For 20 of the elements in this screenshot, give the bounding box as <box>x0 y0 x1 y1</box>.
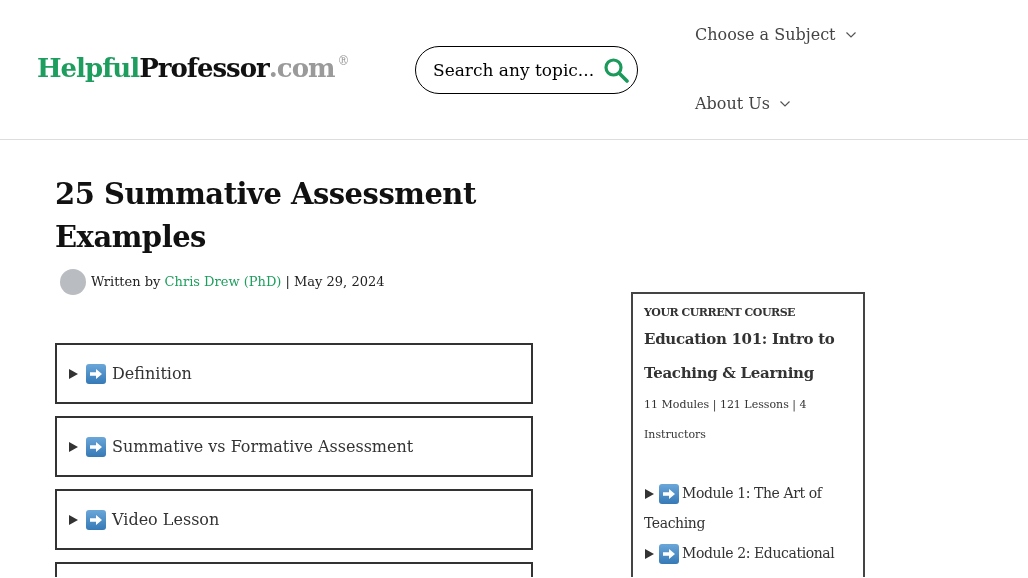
course-label: YOUR CURRENT COURSE <box>644 305 796 321</box>
site-logo[interactable]: HelpfulProfessor.com® <box>37 55 349 81</box>
author-link[interactable]: Chris Drew (PhD) <box>164 274 282 290</box>
author-avatar <box>60 269 86 295</box>
chevron-down-icon <box>779 101 790 108</box>
search-field[interactable]: Search any topic... <box>415 45 638 94</box>
byline: Written by Chris Drew (PhD) | May 29, 2024 <box>91 273 385 292</box>
accordion-item[interactable]: Definition <box>55 343 533 404</box>
search-icon[interactable] <box>603 56 629 83</box>
course-meta: 11 Modules | 121 Lessons | 4 Instructors <box>644 397 808 443</box>
nav-link[interactable]: About Us <box>695 69 856 139</box>
accordion-item[interactable]: Summative vs Formative Assessment <box>55 416 533 477</box>
accordion-item[interactable] <box>55 562 533 577</box>
accordion-item[interactable]: Video Lesson <box>55 489 533 550</box>
module-link[interactable]: Module 1: The Art of Teaching <box>644 478 852 538</box>
article-title: 25 Summative Assessment Examples <box>55 176 477 256</box>
module-link[interactable]: Module 2: Educational <box>644 538 852 568</box>
chevron-down-icon <box>845 31 856 38</box>
nav-link[interactable]: Choose a Subject <box>695 0 856 70</box>
course-title[interactable]: Education 101: Intro to Teaching & Learning <box>644 322 852 390</box>
